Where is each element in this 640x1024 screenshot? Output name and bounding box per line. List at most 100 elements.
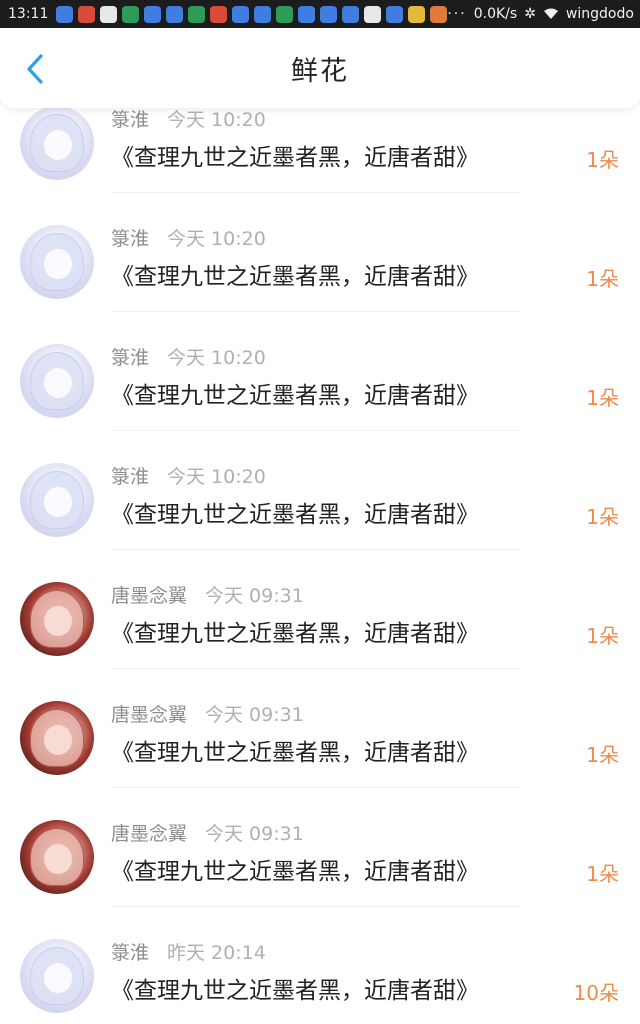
timestamp: 今天 09:31 [205,822,304,845]
book-title[interactable]: 《查理九世之近墨者黑，近唐者甜》 [111,971,479,1005]
network-name: wingdodo [565,6,634,22]
notification-icon [298,5,316,23]
notification-icon [78,5,96,23]
notification-icon [166,5,184,23]
avatar[interactable] [20,820,94,894]
user-line: 箓淮 今天 10:20 [111,224,266,251]
list-item[interactable]: 箓淮 今天 10:20 《查理九世之近墨者黑，近唐者甜》 1朵 [0,225,640,344]
wifi-icon [543,8,558,19]
avatar-face [44,606,72,636]
back-button[interactable] [18,52,52,86]
flower-count: 1朵 [586,267,619,291]
avatar[interactable] [20,225,94,299]
book-title[interactable]: 《查理九世之近墨者黑，近唐者甜》 [111,495,479,529]
list-item[interactable]: 箓淮 今天 10:20 《查理九世之近墨者黑，近唐者甜》 1朵 [0,344,640,463]
user-name[interactable]: 唐墨念翼 [111,581,187,608]
book-title[interactable]: 《查理九世之近墨者黑，近唐者甜》 [111,852,479,886]
notification-icon [342,5,360,23]
flower-list[interactable]: 箓淮 今天 10:20 《查理九世之近墨者黑，近唐者甜》 1朵 箓淮 今天 10:20 《查… [0,108,640,1024]
divider [111,311,520,312]
timestamp: 今天 10:20 [167,227,266,250]
avatar-face [44,130,72,160]
book-title[interactable]: 《查理九世之近墨者黑，近唐者甜》 [111,138,479,172]
flower-count: 1朵 [586,505,619,529]
divider [111,549,520,550]
divider [111,668,520,669]
avatar-face [44,249,72,279]
timestamp: 今天 10:20 [167,465,266,488]
notification-icon [122,5,140,23]
notification-icon [408,5,426,23]
divider [111,430,520,431]
flower-count: 1朵 [586,743,619,767]
notification-icon [276,5,294,23]
avatar[interactable] [20,108,94,180]
notification-icon [254,5,272,23]
avatar-face [44,368,72,398]
user-line: 箓淮 今天 10:20 [111,108,266,132]
network-speed: 0.0K/s [473,6,518,22]
status-right: ··· 0.0K/s ✲ wingdodo 25 [447,6,640,22]
timestamp: 今天 10:20 [167,346,266,369]
user-name[interactable]: 箓淮 [111,343,149,370]
status-time: 13:11 [8,6,49,22]
bluetooth-icon: ✲ [524,6,536,22]
notification-icon [188,5,206,23]
avatar-face [44,844,72,874]
user-name[interactable]: 箓淮 [111,224,149,251]
page-title: 鲜花 [291,55,349,87]
list-item[interactable]: 箓淮 今天 10:20 《查理九世之近墨者黑，近唐者甜》 1朵 [0,108,640,225]
user-line: 箓淮 今天 10:20 [111,462,266,489]
notification-icon [210,5,228,23]
list-item[interactable]: 唐墨念翼 今天 09:31 《查理九世之近墨者黑，近唐者甜》 1朵 [0,701,640,820]
status-bar: 13:11 ··· 0.0K/s ✲ wingdodo 25 [0,0,640,28]
flower-count: 1朵 [586,624,619,648]
notification-icon [100,5,118,23]
user-name[interactable]: 唐墨念翼 [111,819,187,846]
header: 鲜花 [0,28,640,108]
book-title[interactable]: 《查理九世之近墨者黑，近唐者甜》 [111,257,479,291]
avatar-face [44,963,72,993]
notification-icon [144,5,162,23]
notification-icon [56,5,74,23]
user-name[interactable]: 箓淮 [111,108,149,132]
avatar[interactable] [20,582,94,656]
notification-icon [320,5,338,23]
avatar[interactable] [20,344,94,418]
flower-count: 1朵 [586,862,619,886]
timestamp: 今天 09:31 [205,584,304,607]
chevron-left-icon [27,54,43,84]
user-line: 箓淮 昨天 20:14 [111,938,266,965]
more-dots-icon: ··· [447,6,467,22]
flower-count: 1朵 [586,386,619,410]
avatar-face [44,725,72,755]
notification-icon [232,5,250,23]
book-title[interactable]: 《查理九世之近墨者黑，近唐者甜》 [111,614,479,648]
timestamp: 今天 10:20 [167,108,266,131]
timestamp: 昨天 20:14 [167,941,266,964]
list-item[interactable]: 箓淮 昨天 20:14 《查理九世之近墨者黑，近唐者甜》 10朵 [0,939,640,1024]
user-line: 唐墨念翼 今天 09:31 [111,581,304,608]
user-name[interactable]: 箓淮 [111,462,149,489]
divider [111,192,520,193]
book-title[interactable]: 《查理九世之近墨者黑，近唐者甜》 [111,733,479,767]
flower-count: 1朵 [586,148,619,172]
divider [111,787,520,788]
user-name[interactable]: 唐墨念翼 [111,700,187,727]
divider [111,906,520,907]
avatar[interactable] [20,463,94,537]
notification-icons [56,5,448,23]
user-line: 唐墨念翼 今天 09:31 [111,819,304,846]
book-title[interactable]: 《查理九世之近墨者黑，近唐者甜》 [111,376,479,410]
list-item[interactable]: 唐墨念翼 今天 09:31 《查理九世之近墨者黑，近唐者甜》 1朵 [0,582,640,701]
user-line: 箓淮 今天 10:20 [111,343,266,370]
avatar-face [44,487,72,517]
list-item[interactable]: 箓淮 今天 10:20 《查理九世之近墨者黑，近唐者甜》 1朵 [0,463,640,582]
user-name[interactable]: 箓淮 [111,938,149,965]
notification-icon [430,5,448,23]
user-line: 唐墨念翼 今天 09:31 [111,700,304,727]
avatar[interactable] [20,939,94,1013]
list-item[interactable]: 唐墨念翼 今天 09:31 《查理九世之近墨者黑，近唐者甜》 1朵 [0,820,640,939]
avatar[interactable] [20,701,94,775]
notification-icon [364,5,382,23]
